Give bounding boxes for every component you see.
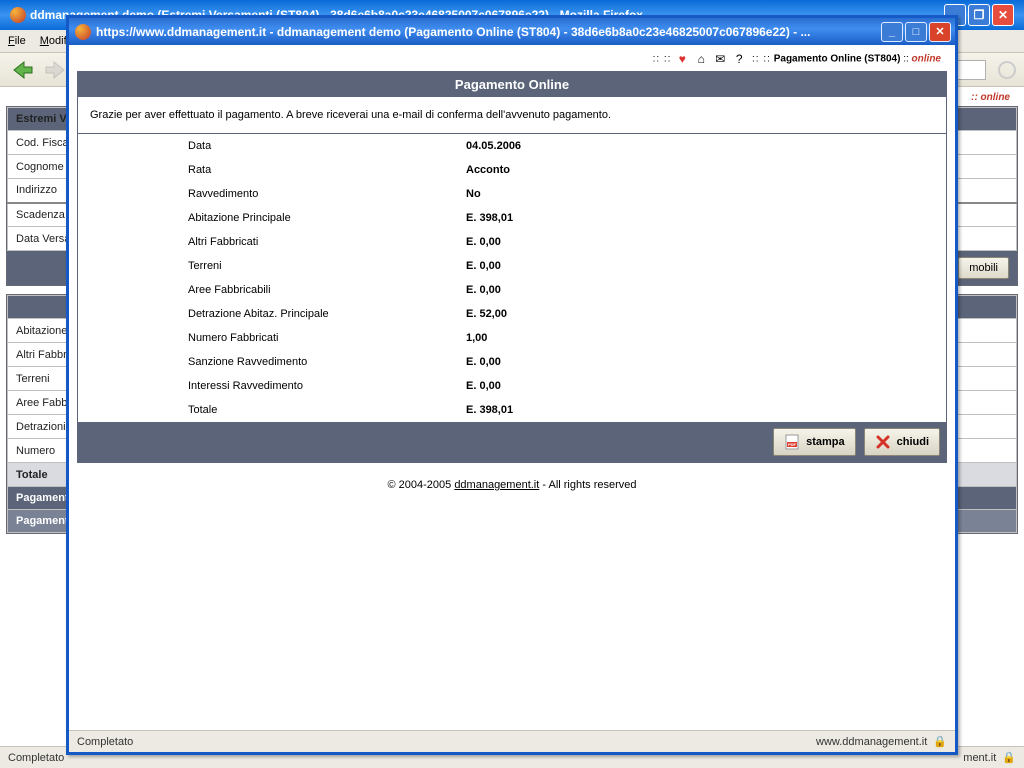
payment-row: Numero Fabbricati1,00	[78, 326, 946, 350]
home-icon[interactable]: ⌂	[693, 51, 709, 67]
payment-row: TotaleE. 398,01	[78, 398, 946, 422]
payment-row: TerreniE. 0,00	[78, 254, 946, 278]
payment-value: E. 0,00	[458, 254, 946, 278]
payment-row: RataAcconto	[78, 158, 946, 182]
payment-table: Data04.05.2006RataAccontoRavvedimentoNoA…	[78, 134, 946, 422]
popup-minimize-button[interactable]: _	[881, 22, 903, 42]
payment-value: E. 52,00	[458, 302, 946, 326]
heart-icon[interactable]: ♥	[674, 51, 690, 67]
help-icon[interactable]: ?	[731, 51, 747, 67]
popup-breadcrumb-label: Pagamento Online (ST804)	[774, 54, 901, 65]
parent-status-text: Completato	[8, 752, 64, 764]
stampa-label: stampa	[806, 436, 845, 448]
firefox-icon	[10, 7, 26, 23]
parent-online-label: :: online	[971, 92, 1010, 103]
payment-row: Altri FabbricatiE. 0,00	[78, 230, 946, 254]
stampa-button[interactable]: PDF stampa	[773, 428, 856, 456]
footer-pre: © 2004-2005	[387, 479, 454, 491]
payment-value: E. 0,00	[458, 350, 946, 374]
payment-value: No	[458, 182, 946, 206]
payment-panel: Pagamento Online Grazie per aver effettu…	[77, 71, 947, 463]
nav-back-button[interactable]	[8, 57, 36, 83]
popup-online-label: online	[912, 54, 941, 65]
payment-key: Terreni	[78, 254, 458, 278]
payment-key: Interessi Ravvedimento	[78, 374, 458, 398]
popup-footer: © 2004-2005 ddmanagement.it - All rights…	[77, 469, 947, 501]
payment-key: Ravvedimento	[78, 182, 458, 206]
popup-window: https://www.ddmanagement.it - ddmanageme…	[66, 15, 958, 755]
payment-key: Rata	[78, 158, 458, 182]
payment-row: Data04.05.2006	[78, 134, 946, 158]
svg-text:PDF: PDF	[788, 442, 797, 447]
lock-icon: 🔒	[933, 735, 947, 748]
parent-status-domain: ment.it	[963, 752, 996, 764]
pdf-icon: PDF	[784, 434, 800, 450]
payment-row: Sanzione RavvedimentoE. 0,00	[78, 350, 946, 374]
payment-key: Sanzione Ravvedimento	[78, 350, 458, 374]
panel-title: Pagamento Online	[78, 72, 946, 97]
popup-title: https://www.ddmanagement.it - ddmanageme…	[96, 25, 879, 39]
mobili-button[interactable]: mobili	[958, 257, 1009, 279]
payment-row: Abitazione PrincipaleE. 398,01	[78, 206, 946, 230]
popup-status-left: Completato	[77, 736, 133, 748]
chiudi-label: chiudi	[897, 436, 929, 448]
popup-body: :: :: ♥ ⌂ ✉ ? :: :: Pagamento Online (ST…	[69, 45, 955, 730]
payment-value: E. 398,01	[458, 206, 946, 230]
parent-close-button[interactable]: ✕	[992, 4, 1014, 26]
payment-value: E. 0,00	[458, 230, 946, 254]
payment-row: Interessi RavvedimentoE. 0,00	[78, 374, 946, 398]
throbber-icon	[998, 61, 1016, 79]
payment-key: Data	[78, 134, 458, 158]
payment-value: Acconto	[458, 158, 946, 182]
payment-row: Detrazione Abitaz. PrincipaleE. 52,00	[78, 302, 946, 326]
payment-value: E. 0,00	[458, 374, 946, 398]
popup-iconbar: :: :: ♥ ⌂ ✉ ? :: :: Pagamento Online (ST…	[77, 45, 947, 69]
payment-value: E. 398,01	[458, 398, 946, 422]
chiudi-button[interactable]: chiudi	[864, 428, 940, 456]
popup-statusbar: Completato www.ddmanagement.it 🔒	[69, 730, 955, 752]
panel-buttons: PDF stampa chiudi	[78, 422, 946, 462]
payment-key: Abitazione Principale	[78, 206, 458, 230]
payment-key: Totale	[78, 398, 458, 422]
payment-row: Aree FabbricabiliE. 0,00	[78, 278, 946, 302]
menu-file[interactable]: File	[8, 35, 26, 47]
footer-link[interactable]: ddmanagement.it	[454, 479, 539, 491]
popup-status-domain: www.ddmanagement.it	[816, 736, 927, 748]
mail-icon[interactable]: ✉	[712, 51, 728, 67]
lock-icon: 🔒	[1002, 751, 1016, 764]
payment-value: 1,00	[458, 326, 946, 350]
popup-maximize-button[interactable]: □	[905, 22, 927, 42]
parent-restore-button[interactable]: ❐	[968, 4, 990, 26]
payment-key: Altri Fabbricati	[78, 230, 458, 254]
close-icon	[875, 434, 891, 450]
payment-value: 04.05.2006	[458, 134, 946, 158]
payment-row: RavvedimentoNo	[78, 182, 946, 206]
payment-key: Aree Fabbricabili	[78, 278, 458, 302]
popup-titlebar[interactable]: https://www.ddmanagement.it - ddmanageme…	[69, 18, 955, 45]
popup-close-button[interactable]: ✕	[929, 22, 951, 42]
breadcrumb-dots: :: ::	[653, 54, 672, 65]
payment-value: E. 0,00	[458, 278, 946, 302]
payment-key: Detrazione Abitaz. Principale	[78, 302, 458, 326]
payment-key: Numero Fabbricati	[78, 326, 458, 350]
panel-message: Grazie per aver effettuato il pagamento.…	[78, 97, 946, 134]
firefox-icon	[75, 24, 91, 40]
footer-suf: - All rights reserved	[539, 479, 636, 491]
